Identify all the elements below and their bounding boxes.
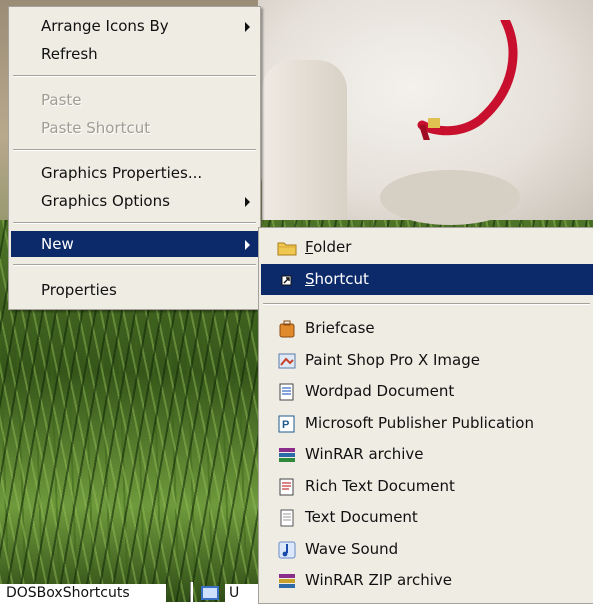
winrar-zip-icon	[279, 574, 295, 588]
item-label: Briefcase	[305, 319, 375, 337]
item-label: Paint Shop Pro X Image	[305, 351, 480, 369]
menu-item-label: Properties	[41, 281, 117, 299]
menu-item-paste-shortcut[interactable]: Paste Shortcut	[11, 115, 258, 141]
winrar-icon	[279, 448, 295, 462]
item-label: WinRAR ZIP archive	[305, 571, 453, 589]
new-publisher-publication-item[interactable]: P Microsoft Publisher Publication	[261, 408, 593, 439]
menu-item-arrange-icons-by[interactable]: Arrange Icons By	[11, 13, 258, 39]
item-label: Microsoft Publisher Publication	[305, 414, 534, 432]
item-label: WinRAR archive	[305, 445, 424, 463]
menu-separator	[13, 75, 256, 77]
submenu-arrow-icon	[245, 240, 250, 250]
menu-item-graphics-options[interactable]: Graphics Options	[11, 188, 258, 214]
menu-item-label: Graphics Properties...	[41, 164, 203, 182]
submenu-arrow-icon	[245, 197, 250, 207]
new-paint-shop-pro-image-item[interactable]: Paint Shop Pro X Image	[261, 345, 593, 376]
desktop-context-menu: Arrange Icons By Refresh Paste Paste Sho…	[8, 6, 261, 310]
menu-item-label: Arrange Icons By	[41, 17, 169, 35]
svg-text:P: P	[282, 419, 289, 431]
new-wordpad-document-item[interactable]: Wordpad Document	[261, 376, 593, 407]
item-label: Wordpad Document	[305, 382, 455, 400]
desktop-icon-text: DOSBoxShortcuts	[6, 585, 130, 601]
menu-item-refresh[interactable]: Refresh	[11, 41, 258, 67]
menu-separator	[13, 264, 256, 266]
menu-item-properties[interactable]: Properties	[11, 277, 258, 303]
taskbar-button[interactable]: U	[225, 584, 259, 602]
item-label: Text Document	[305, 508, 418, 526]
menu-item-label: Graphics Options	[41, 192, 170, 210]
taskbar-app-icon[interactable]	[200, 584, 220, 602]
accelerator-key: S	[305, 270, 315, 288]
menu-item-label: Refresh	[41, 45, 98, 63]
item-label: Wave Sound	[305, 540, 399, 558]
wallpaper-dog-leg	[262, 60, 347, 220]
menu-item-graphics-properties[interactable]: Graphics Properties...	[11, 160, 258, 186]
menu-separator	[13, 149, 256, 151]
menu-item-label: Paste	[41, 91, 82, 109]
wallpaper-dog-chest	[380, 170, 520, 225]
menu-separator	[263, 303, 590, 305]
new-rich-text-document-item[interactable]: Rich Text Document	[261, 471, 593, 502]
item-label: Rich Text Document	[305, 477, 455, 495]
new-winrar-archive-item[interactable]: WinRAR archive	[261, 439, 593, 470]
accelerator-key: F	[305, 238, 314, 256]
new-shortcut-item[interactable]: Shortcut	[261, 264, 593, 295]
wallpaper-dog-collar	[417, 20, 518, 140]
new-briefcase-item[interactable]: Briefcase	[261, 313, 593, 344]
item-label: older	[313, 238, 352, 256]
publisher-icon: P	[278, 415, 295, 433]
briefcase-icon	[279, 320, 295, 338]
new-folder-item[interactable]: Folder	[261, 232, 593, 263]
wordpad-document-icon	[279, 383, 294, 401]
taskbar-separator	[190, 582, 193, 602]
menu-item-new[interactable]: New	[11, 231, 258, 257]
folder-icon	[277, 242, 297, 256]
menu-item-label: New	[41, 235, 74, 253]
new-wave-sound-item[interactable]: Wave Sound	[261, 534, 593, 565]
desktop-icon-label[interactable]: DOSBoxShortcuts	[0, 584, 166, 602]
text-document-icon	[280, 509, 294, 527]
menu-item-label: Paste Shortcut	[41, 119, 151, 137]
menu-item-paste[interactable]: Paste	[11, 87, 258, 113]
new-submenu: Folder Shortcut Briefcase Paint Shop Pro…	[258, 227, 593, 604]
item-label: hortcut	[314, 270, 369, 288]
submenu-arrow-icon	[245, 22, 250, 32]
rich-text-document-icon	[279, 478, 294, 496]
new-winrar-zip-archive-item[interactable]: WinRAR ZIP archive	[261, 565, 593, 596]
menu-separator	[13, 222, 256, 224]
taskbar-button-label: U	[229, 585, 240, 601]
shortcut-icon	[281, 275, 292, 286]
wave-sound-icon	[278, 541, 296, 559]
new-text-document-item[interactable]: Text Document	[261, 502, 593, 533]
paint-shop-pro-icon	[278, 353, 296, 369]
